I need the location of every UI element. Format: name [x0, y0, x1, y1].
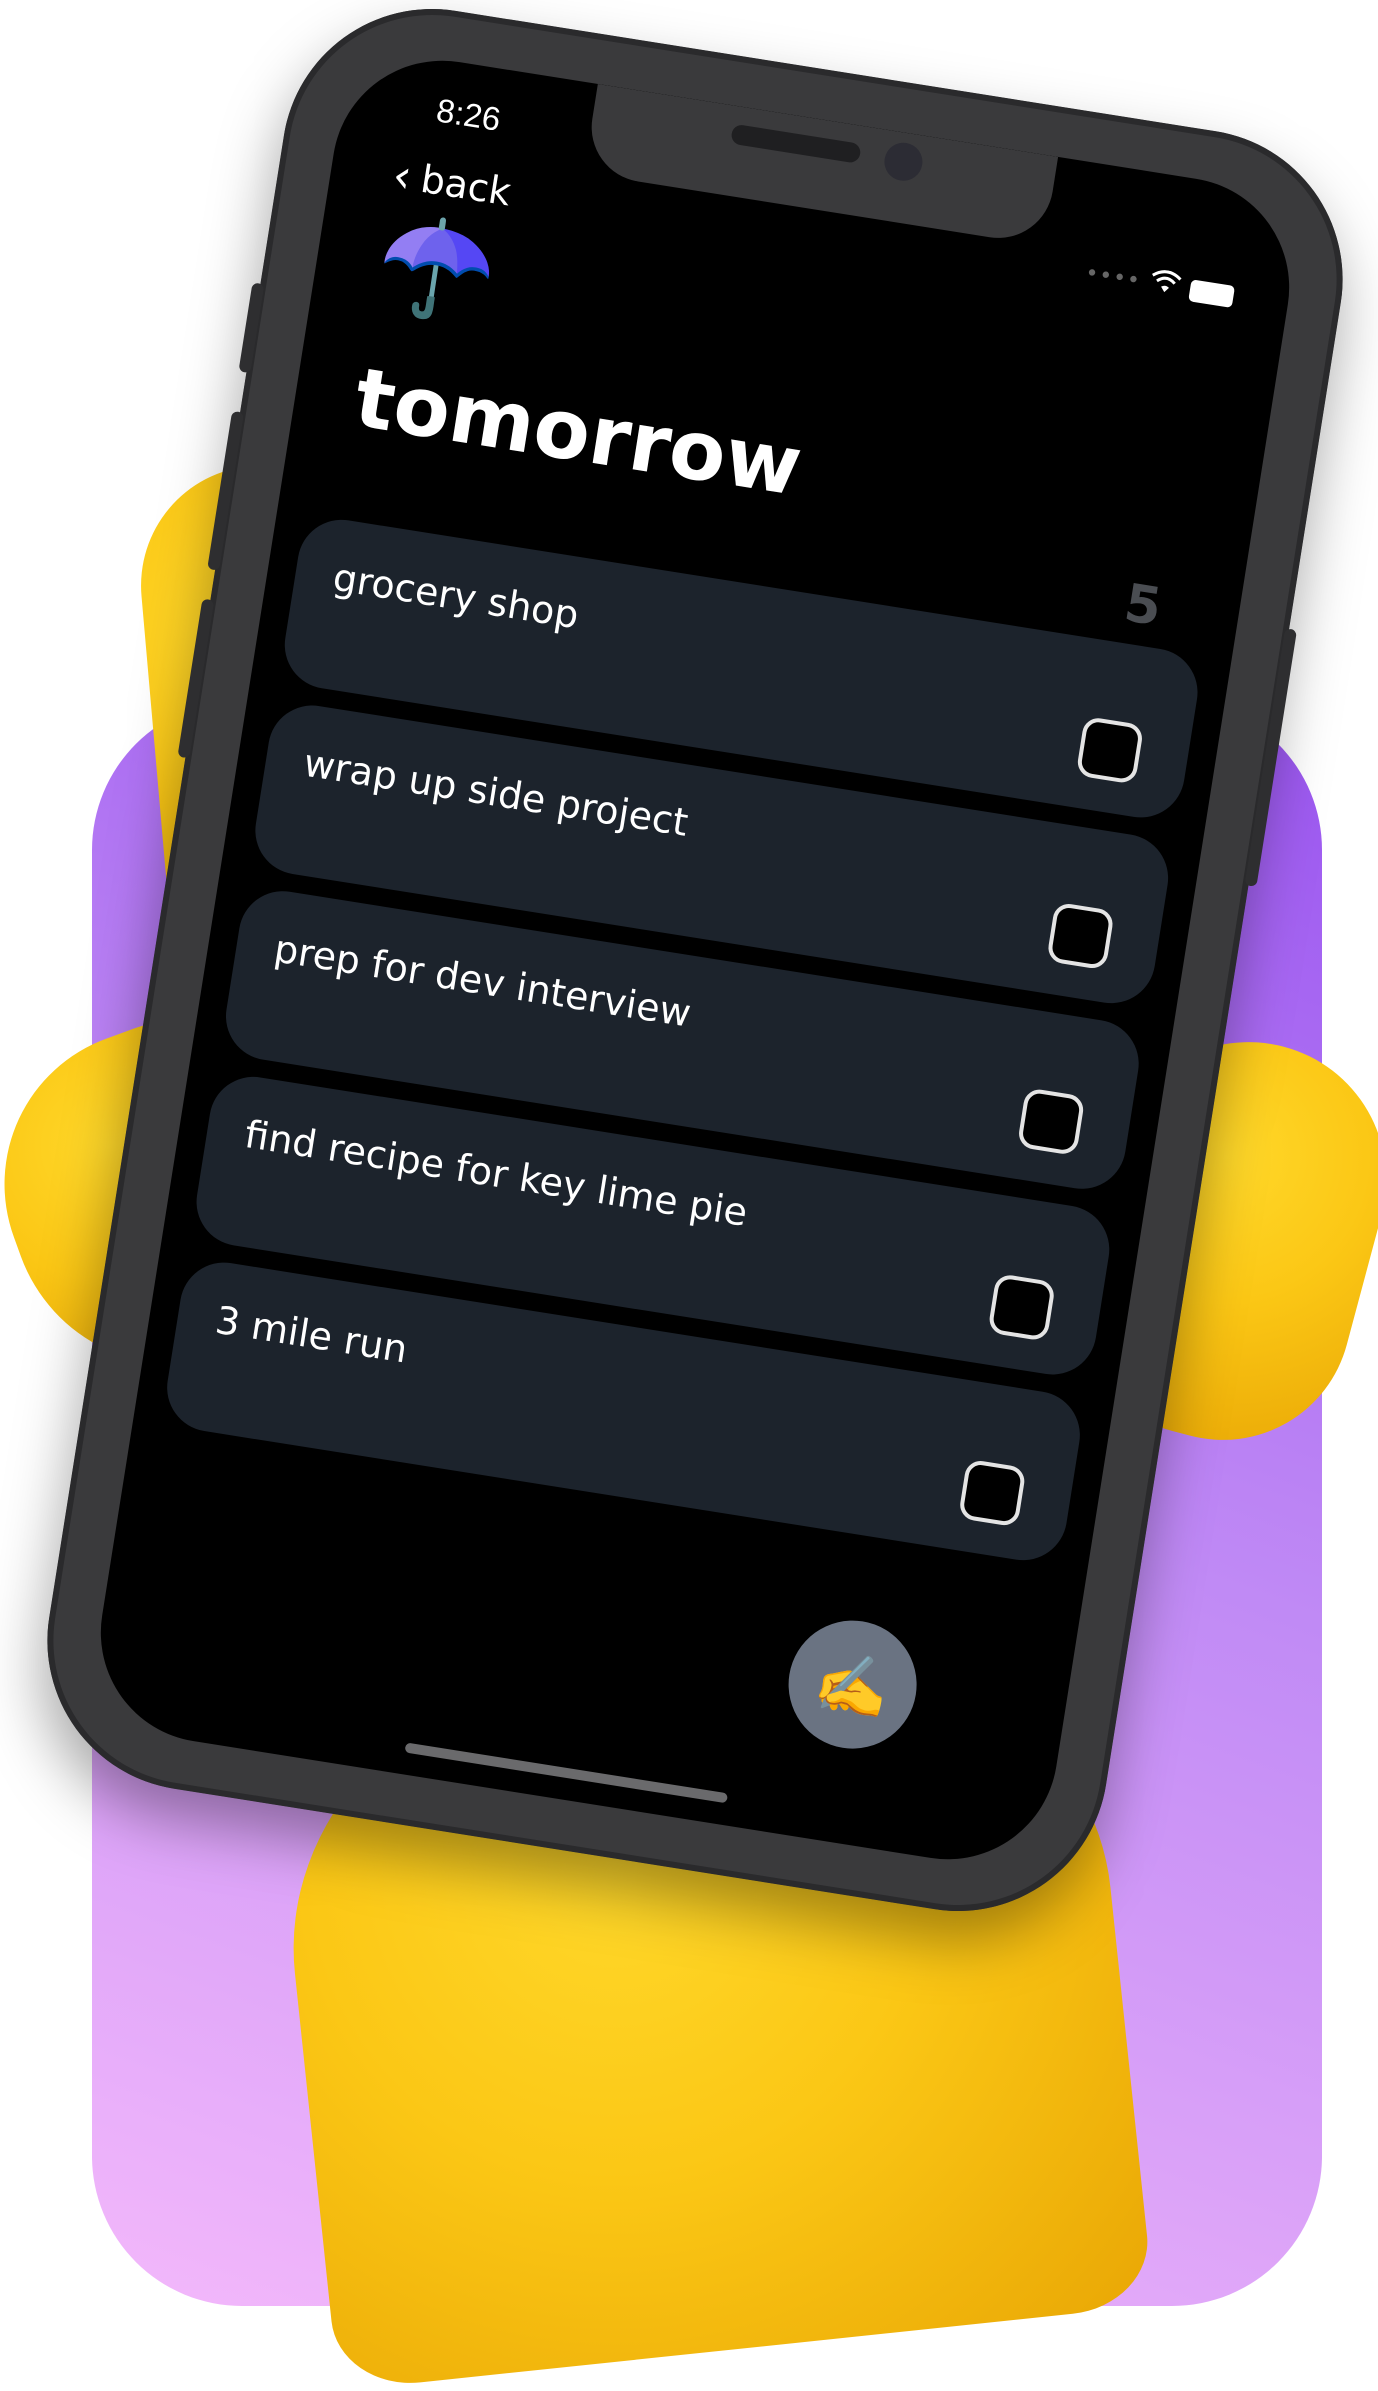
- task-label: grocery shop: [330, 555, 582, 638]
- writing-hand-icon: ✍️: [810, 1644, 895, 1726]
- back-button[interactable]: ‹ back: [389, 147, 514, 215]
- front-camera: [881, 140, 926, 184]
- task-checkbox[interactable]: [1016, 1087, 1086, 1157]
- task-checkbox[interactable]: [1046, 901, 1115, 971]
- speaker-grille: [730, 123, 862, 164]
- home-indicator[interactable]: [404, 1742, 729, 1804]
- wifi-icon: [1148, 268, 1182, 303]
- task-checkbox[interactable]: [987, 1273, 1057, 1342]
- phone-screen: 8:26 •••• ‹ back ☂️ tomorrow 5 grocery s…: [84, 44, 1306, 1876]
- status-icons: ••••: [1083, 258, 1236, 312]
- chevron-left-icon: ‹: [389, 147, 416, 204]
- back-label: back: [417, 156, 514, 215]
- task-checkbox[interactable]: [1075, 716, 1145, 785]
- signal-dots-icon: ••••: [1083, 260, 1143, 295]
- status-time: 8:26: [433, 91, 504, 138]
- page-title: tomorrow: [348, 350, 808, 515]
- task-checkbox[interactable]: [957, 1458, 1027, 1528]
- compose-button[interactable]: ✍️: [779, 1611, 926, 1758]
- task-label: 3 mile run: [212, 1297, 411, 1372]
- task-label: find recipe for key lime pie: [241, 1112, 751, 1235]
- task-list: grocery shop wrap up side project prep f…: [158, 513, 1204, 1585]
- task-label: prep for dev interview: [271, 926, 694, 1036]
- notch: [583, 84, 1059, 246]
- task-count-badge: 5: [1120, 573, 1166, 639]
- umbrella-icon: ☂️: [368, 204, 505, 334]
- task-label: wrap up side project: [300, 740, 692, 845]
- battery-icon: [1188, 278, 1236, 308]
